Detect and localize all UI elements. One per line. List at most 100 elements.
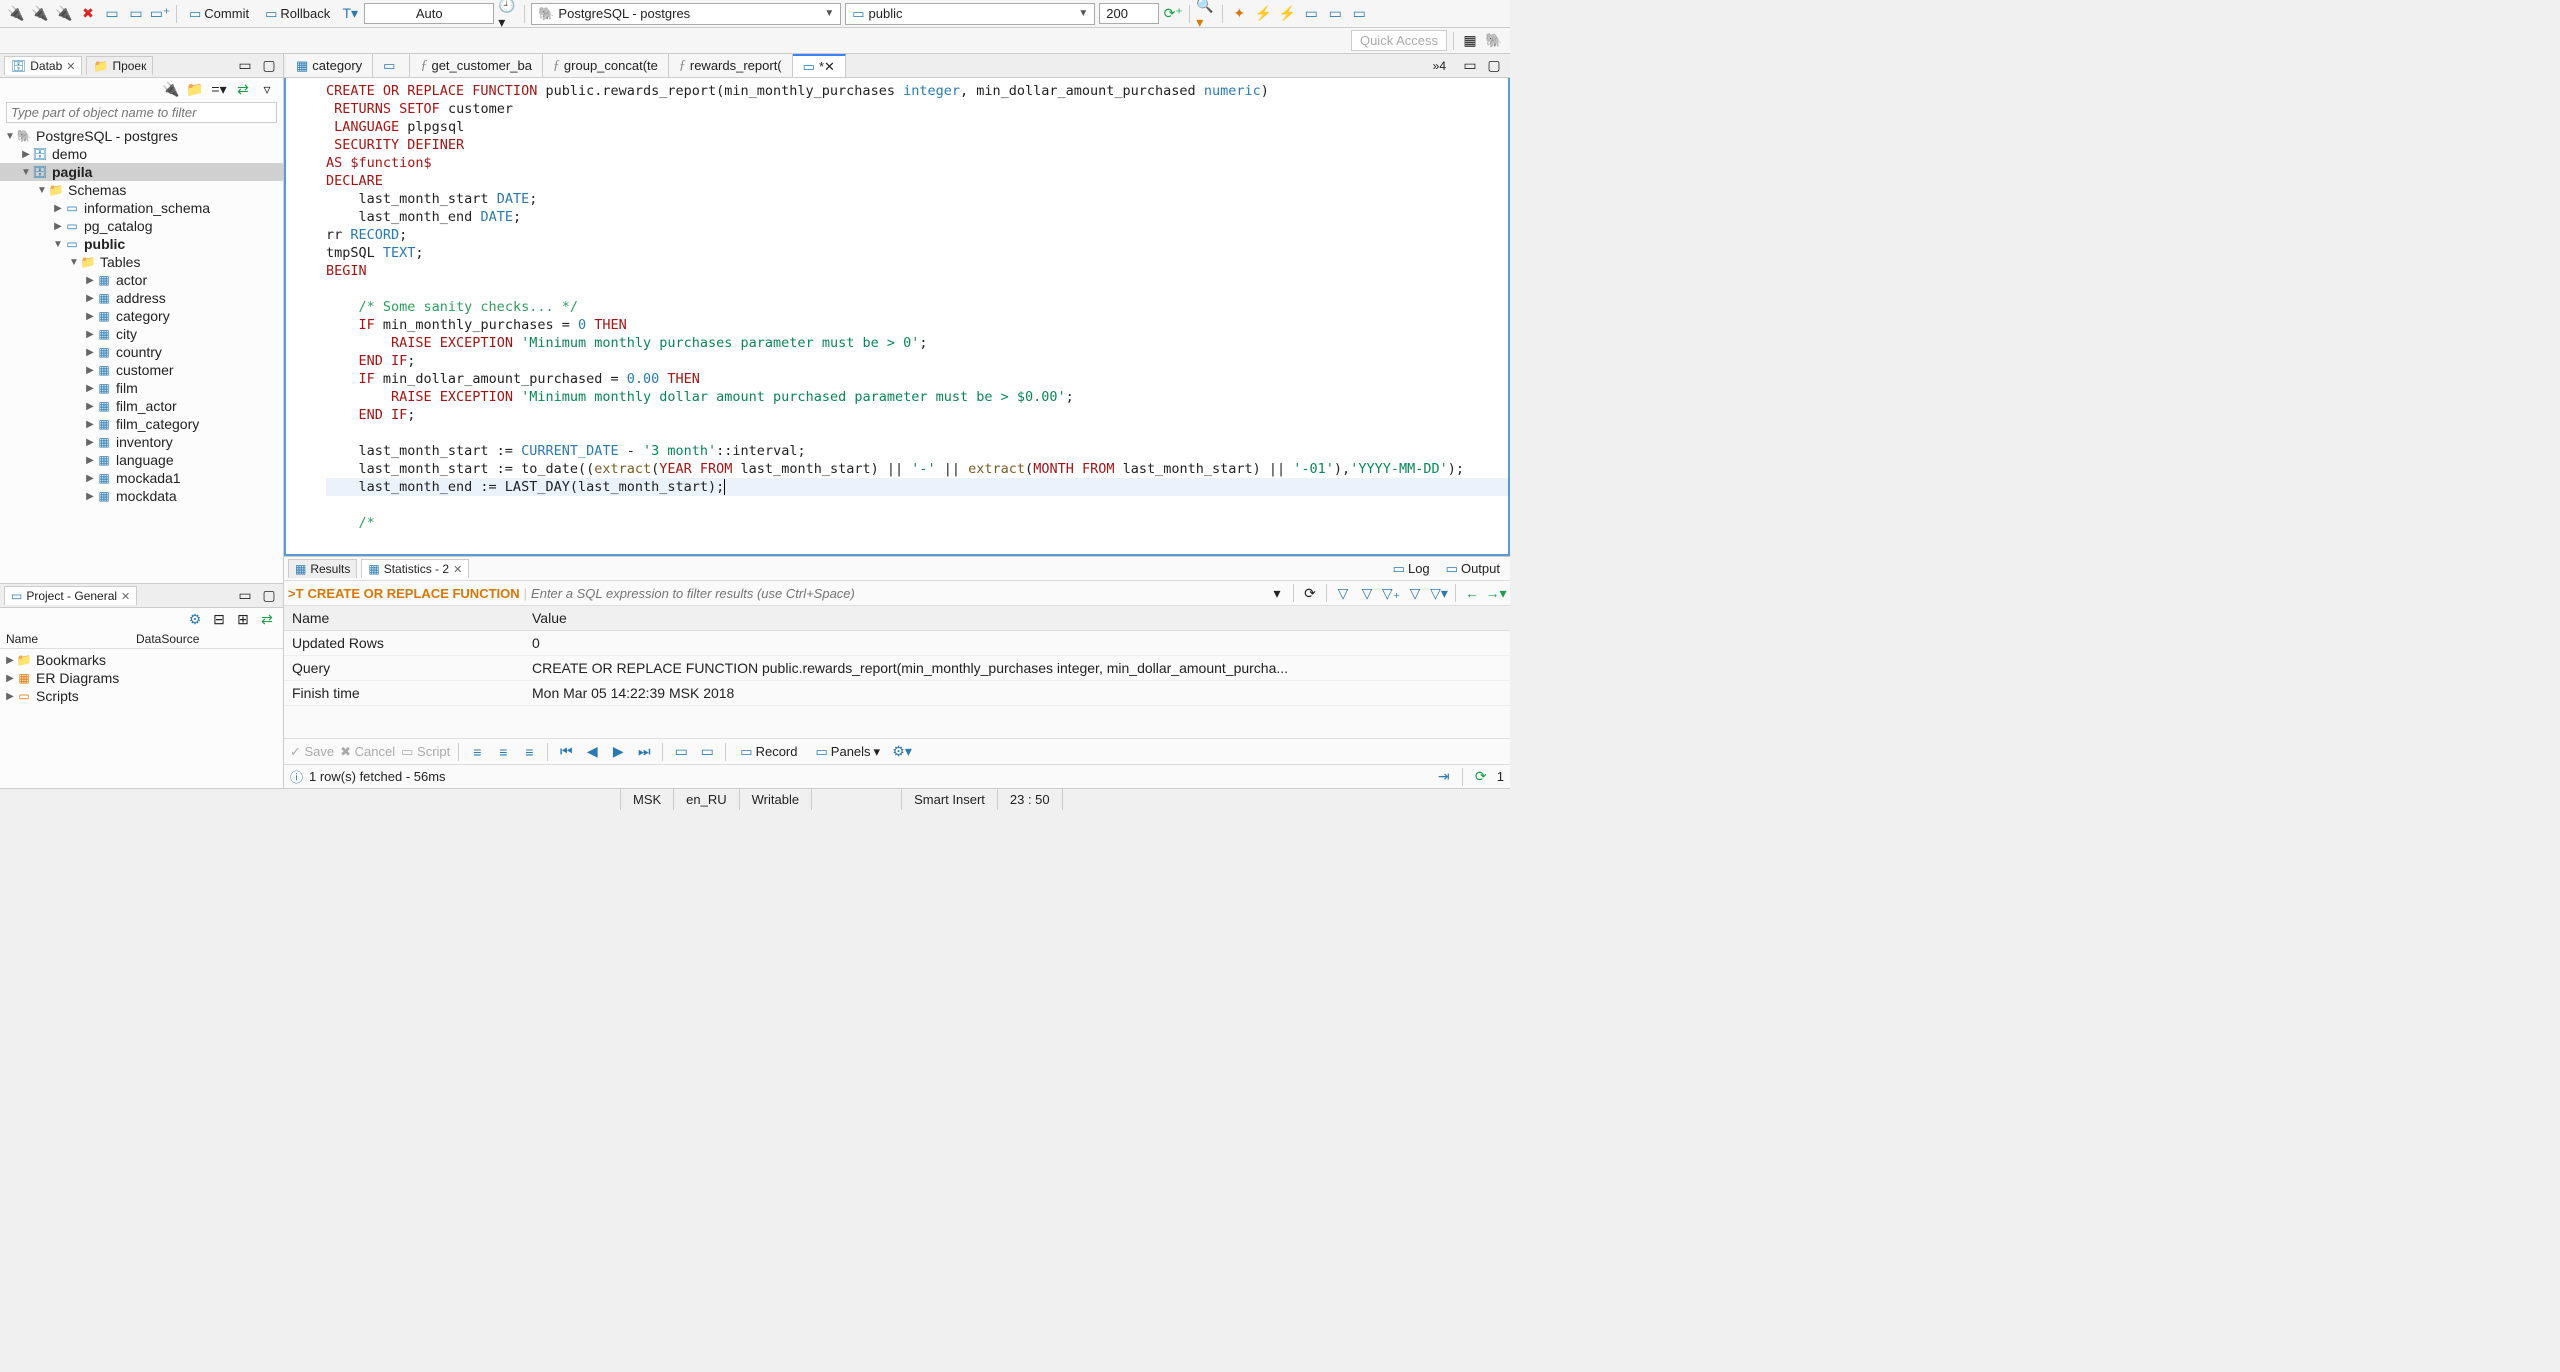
tree-item-customer[interactable]: ▶▦customer (0, 361, 283, 379)
table-row[interactable]: Finish timeMon Mar 05 14:22:39 MSK 2018 (284, 681, 1510, 706)
menu-icon[interactable]: ▿ (257, 79, 277, 99)
perspective1-icon[interactable]: ▦ (1460, 31, 1480, 51)
last-icon[interactable]: ⏭ (634, 742, 654, 762)
editor-tab[interactable]: ƒget_customer_ba (410, 54, 542, 77)
tree-item-country[interactable]: ▶▦country (0, 343, 283, 361)
tree-item-mockdata[interactable]: ▶▦mockdata (0, 487, 283, 505)
close-icon[interactable]: ✕ (453, 563, 462, 576)
back-icon[interactable]: ← (1462, 583, 1482, 603)
refresh-icon[interactable]: ⟳ (1300, 583, 1320, 603)
tree-item-inventory[interactable]: ▶▦inventory (0, 433, 283, 451)
tree-item-city[interactable]: ▶▦city (0, 325, 283, 343)
minimize-icon[interactable]: ▭ (235, 586, 255, 606)
first-icon[interactable]: ⏮ (556, 742, 576, 762)
sql-editor[interactable]: CREATE OR REPLACE FUNCTION public.reward… (284, 78, 1510, 556)
filter3-icon[interactable]: ▽₊ (1381, 583, 1401, 603)
tree-item-information-schema[interactable]: ▶▭information_schema (0, 199, 283, 217)
filter-input[interactable] (531, 586, 1263, 601)
mode2-icon[interactable]: ▭ (697, 742, 717, 762)
connect-icon[interactable]: 🔌 (6, 4, 26, 24)
maximize-icon[interactable]: ▢ (259, 586, 279, 606)
tree-item-film-actor[interactable]: ▶▦film_actor (0, 397, 283, 415)
tx-mode-icon[interactable]: T▾ (340, 4, 360, 24)
editor-tab[interactable]: ▭ (373, 54, 410, 77)
maximize-icon[interactable]: ▢ (1484, 56, 1504, 76)
connect-icon[interactable]: 🔌 (161, 79, 181, 99)
panels-button[interactable]: ▭Panels ▾ (810, 742, 887, 762)
db-filter-input[interactable] (6, 102, 277, 123)
quick-access-button[interactable]: Quick Access (1351, 30, 1447, 51)
save-button[interactable]: ✓ Save (290, 744, 334, 760)
output-button[interactable]: ▭Output (1440, 559, 1506, 579)
editor-tab[interactable]: ▭*✕ (793, 54, 846, 77)
tree-item-demo[interactable]: ▶🗄demo (0, 145, 283, 163)
tree-item-pg-catalog[interactable]: ▶▭pg_catalog (0, 217, 283, 235)
sql-editor3-icon[interactable]: ▭⁺ (150, 4, 170, 24)
close-icon[interactable]: ✕ (824, 59, 835, 74)
mode1-icon[interactable]: ▭ (671, 742, 691, 762)
cancel-button[interactable]: ✖ Cancel (340, 744, 395, 760)
table-row[interactable]: Updated Rows0 (284, 631, 1510, 656)
filter1-icon[interactable]: ▽ (1333, 583, 1353, 603)
history-icon[interactable]: 🕘▾ (498, 4, 518, 24)
folder-icon[interactable]: 📁 (185, 79, 205, 99)
minimize-icon[interactable]: ▭ (1460, 56, 1480, 76)
filter2-icon[interactable]: ▽ (1357, 583, 1377, 603)
close-icon[interactable]: ✕ (66, 60, 75, 73)
link-icon[interactable]: ⇄ (233, 79, 253, 99)
record-button[interactable]: ▭Record (734, 742, 803, 762)
layout2-icon[interactable]: ▭ (1325, 4, 1345, 24)
find-icon[interactable]: 🔍▾ (1196, 4, 1216, 24)
tree-item-tables[interactable]: ▼📁Tables (0, 253, 283, 271)
project-item-scripts[interactable]: ▶▭Scripts (0, 687, 283, 705)
tree-item-schemas[interactable]: ▼📁Schemas (0, 181, 283, 199)
collapse-icon[interactable]: ⊟ (209, 609, 229, 629)
tab-database[interactable]: 🗄Datab✕ (4, 56, 82, 75)
log-button[interactable]: ▭Log (1387, 559, 1436, 579)
tree-item-language[interactable]: ▶▦language (0, 451, 283, 469)
connection-combo[interactable]: 🐘PostgreSQL - postgres ▼ (531, 3, 841, 25)
filter5-icon[interactable]: ▽▾ (1429, 583, 1449, 603)
align3-icon[interactable]: ≡ (519, 742, 539, 762)
dropdown-icon[interactable]: ▾ (1267, 583, 1287, 603)
plug-icon[interactable]: 🔌 (30, 4, 50, 24)
tab-project[interactable]: ▭Project - General✕ (4, 586, 137, 605)
export-icon[interactable]: ⇥ (1434, 767, 1454, 787)
tabs-overflow[interactable]: »4 (1425, 59, 1454, 73)
bolt2-icon[interactable]: ⚡ (1277, 4, 1297, 24)
tree-item-address[interactable]: ▶▦address (0, 289, 283, 307)
script-button[interactable]: ▭ Script (401, 744, 450, 760)
commit-button[interactable]: ▭Commit (183, 4, 255, 24)
expand-icon[interactable]: ⊞ (233, 609, 253, 629)
perspective2-icon[interactable]: 🐘 (1484, 31, 1504, 51)
sql-editor-icon[interactable]: ▭ (102, 4, 122, 24)
auto-commit-combo[interactable]: Auto (364, 3, 494, 24)
editor-tab[interactable]: ▦category (286, 54, 373, 77)
tree-item-public[interactable]: ▼▭public (0, 235, 283, 253)
maximize-icon[interactable]: ▢ (259, 56, 279, 76)
schema-combo[interactable]: ▭public ▼ (845, 3, 1095, 25)
layout1-icon[interactable]: ▭ (1301, 4, 1321, 24)
fold-icon[interactable]: =▾ (209, 79, 229, 99)
tree-item-category[interactable]: ▶▦category (0, 307, 283, 325)
link-icon[interactable]: ⇄ (257, 609, 277, 629)
refresh-icon[interactable]: ⟳⁺ (1163, 4, 1183, 24)
filter4-icon[interactable]: ▽ (1405, 583, 1425, 603)
project-item-bookmarks[interactable]: ▶📁Bookmarks (0, 651, 283, 669)
prev-icon[interactable]: ◀ (582, 742, 602, 762)
editor-tab[interactable]: ƒgroup_concat(te (543, 54, 669, 77)
tree-item-mockada1[interactable]: ▶▦mockada1 (0, 469, 283, 487)
forward-icon[interactable]: →▾ (1486, 583, 1506, 603)
tree-item-film[interactable]: ▶▦film (0, 379, 283, 397)
close-icon[interactable]: ✕ (121, 590, 130, 603)
disconnect-icon[interactable]: ✖ (78, 4, 98, 24)
star-icon[interactable]: ✦ (1229, 4, 1249, 24)
bolt-icon[interactable]: ⚡ (1253, 4, 1273, 24)
rollback-button[interactable]: ▭Rollback (259, 4, 336, 24)
tree-item-pagila[interactable]: ▼🗄pagila (0, 163, 283, 181)
align1-icon[interactable]: ≡ (467, 742, 487, 762)
editor-tab[interactable]: ƒrewards_report( (669, 54, 793, 77)
next-icon[interactable]: ▶ (608, 742, 628, 762)
tree-item-actor[interactable]: ▶▦actor (0, 271, 283, 289)
layout3-icon[interactable]: ▭ (1349, 4, 1369, 24)
